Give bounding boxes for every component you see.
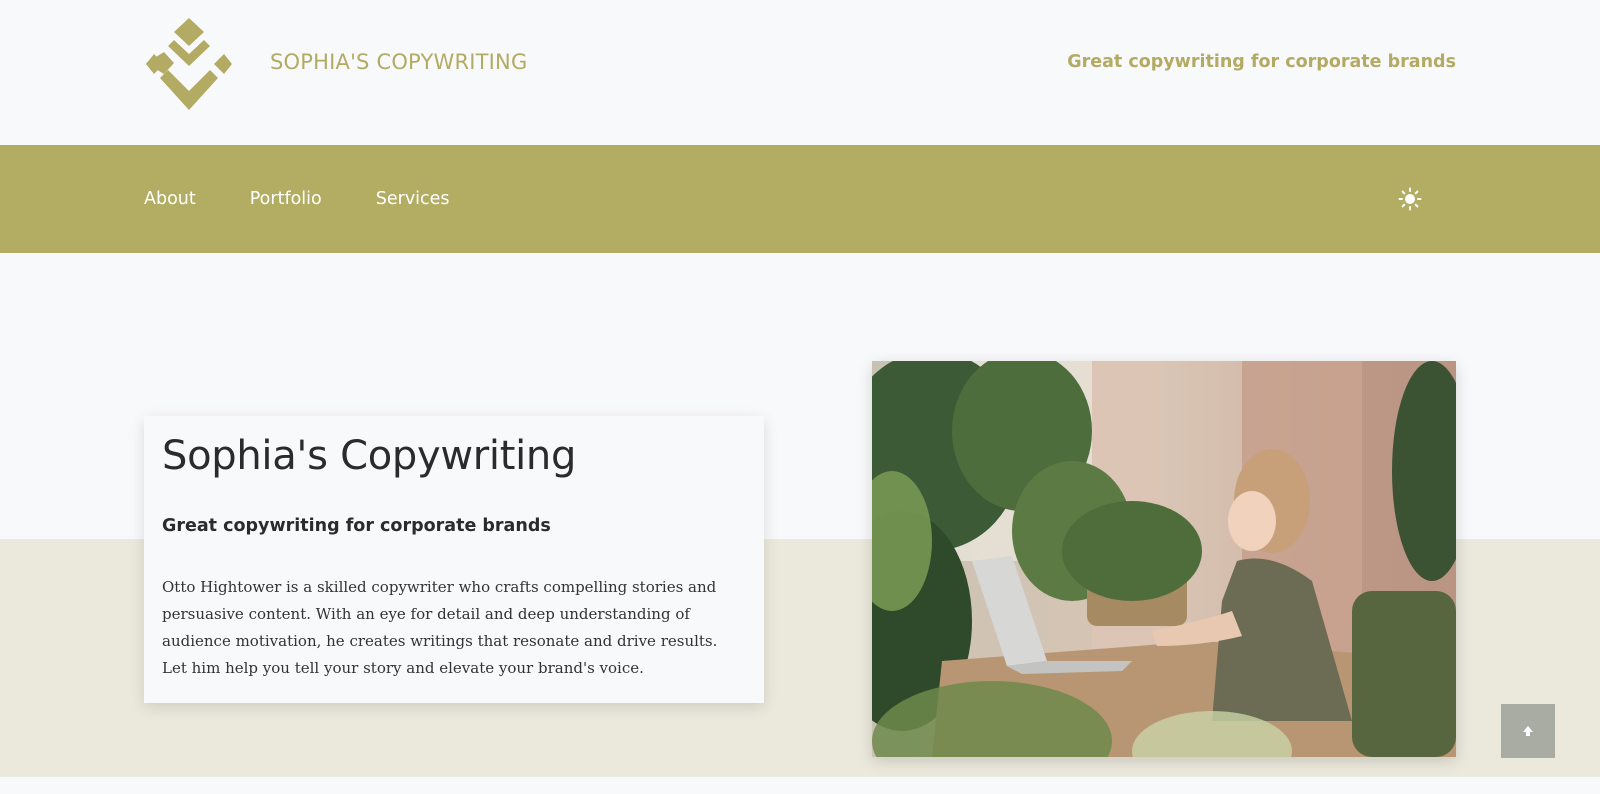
main-nav: About Portfolio Services bbox=[0, 145, 1600, 253]
nav-item-services[interactable]: Services bbox=[376, 189, 450, 209]
hero-photo bbox=[872, 361, 1456, 757]
theme-toggle-button[interactable] bbox=[1396, 185, 1424, 213]
sun-icon bbox=[1398, 187, 1422, 211]
nav-item-about[interactable]: About bbox=[144, 189, 196, 209]
back-to-top-button[interactable] bbox=[1501, 704, 1555, 758]
nav-links: About Portfolio Services bbox=[144, 145, 504, 253]
page-title: Sophia's Copywriting bbox=[162, 433, 577, 479]
intro-card: Sophia's Copywriting Great copywriting f… bbox=[144, 416, 764, 703]
nav-item-portfolio[interactable]: Portfolio bbox=[250, 189, 322, 209]
arrow-up-icon bbox=[1523, 726, 1533, 736]
header-tagline: Great copywriting for corporate brands bbox=[1067, 52, 1456, 72]
intro-subtitle: Great copywriting for corporate brands bbox=[162, 516, 551, 536]
site-title[interactable]: SOPHIA'S COPYWRITING bbox=[270, 50, 527, 74]
logo-icon[interactable] bbox=[146, 18, 232, 110]
intro-body: Otto Hightower is a skilled copywriter w… bbox=[162, 578, 718, 677]
site-header: SOPHIA'S COPYWRITING Great copywriting f… bbox=[0, 0, 1600, 145]
